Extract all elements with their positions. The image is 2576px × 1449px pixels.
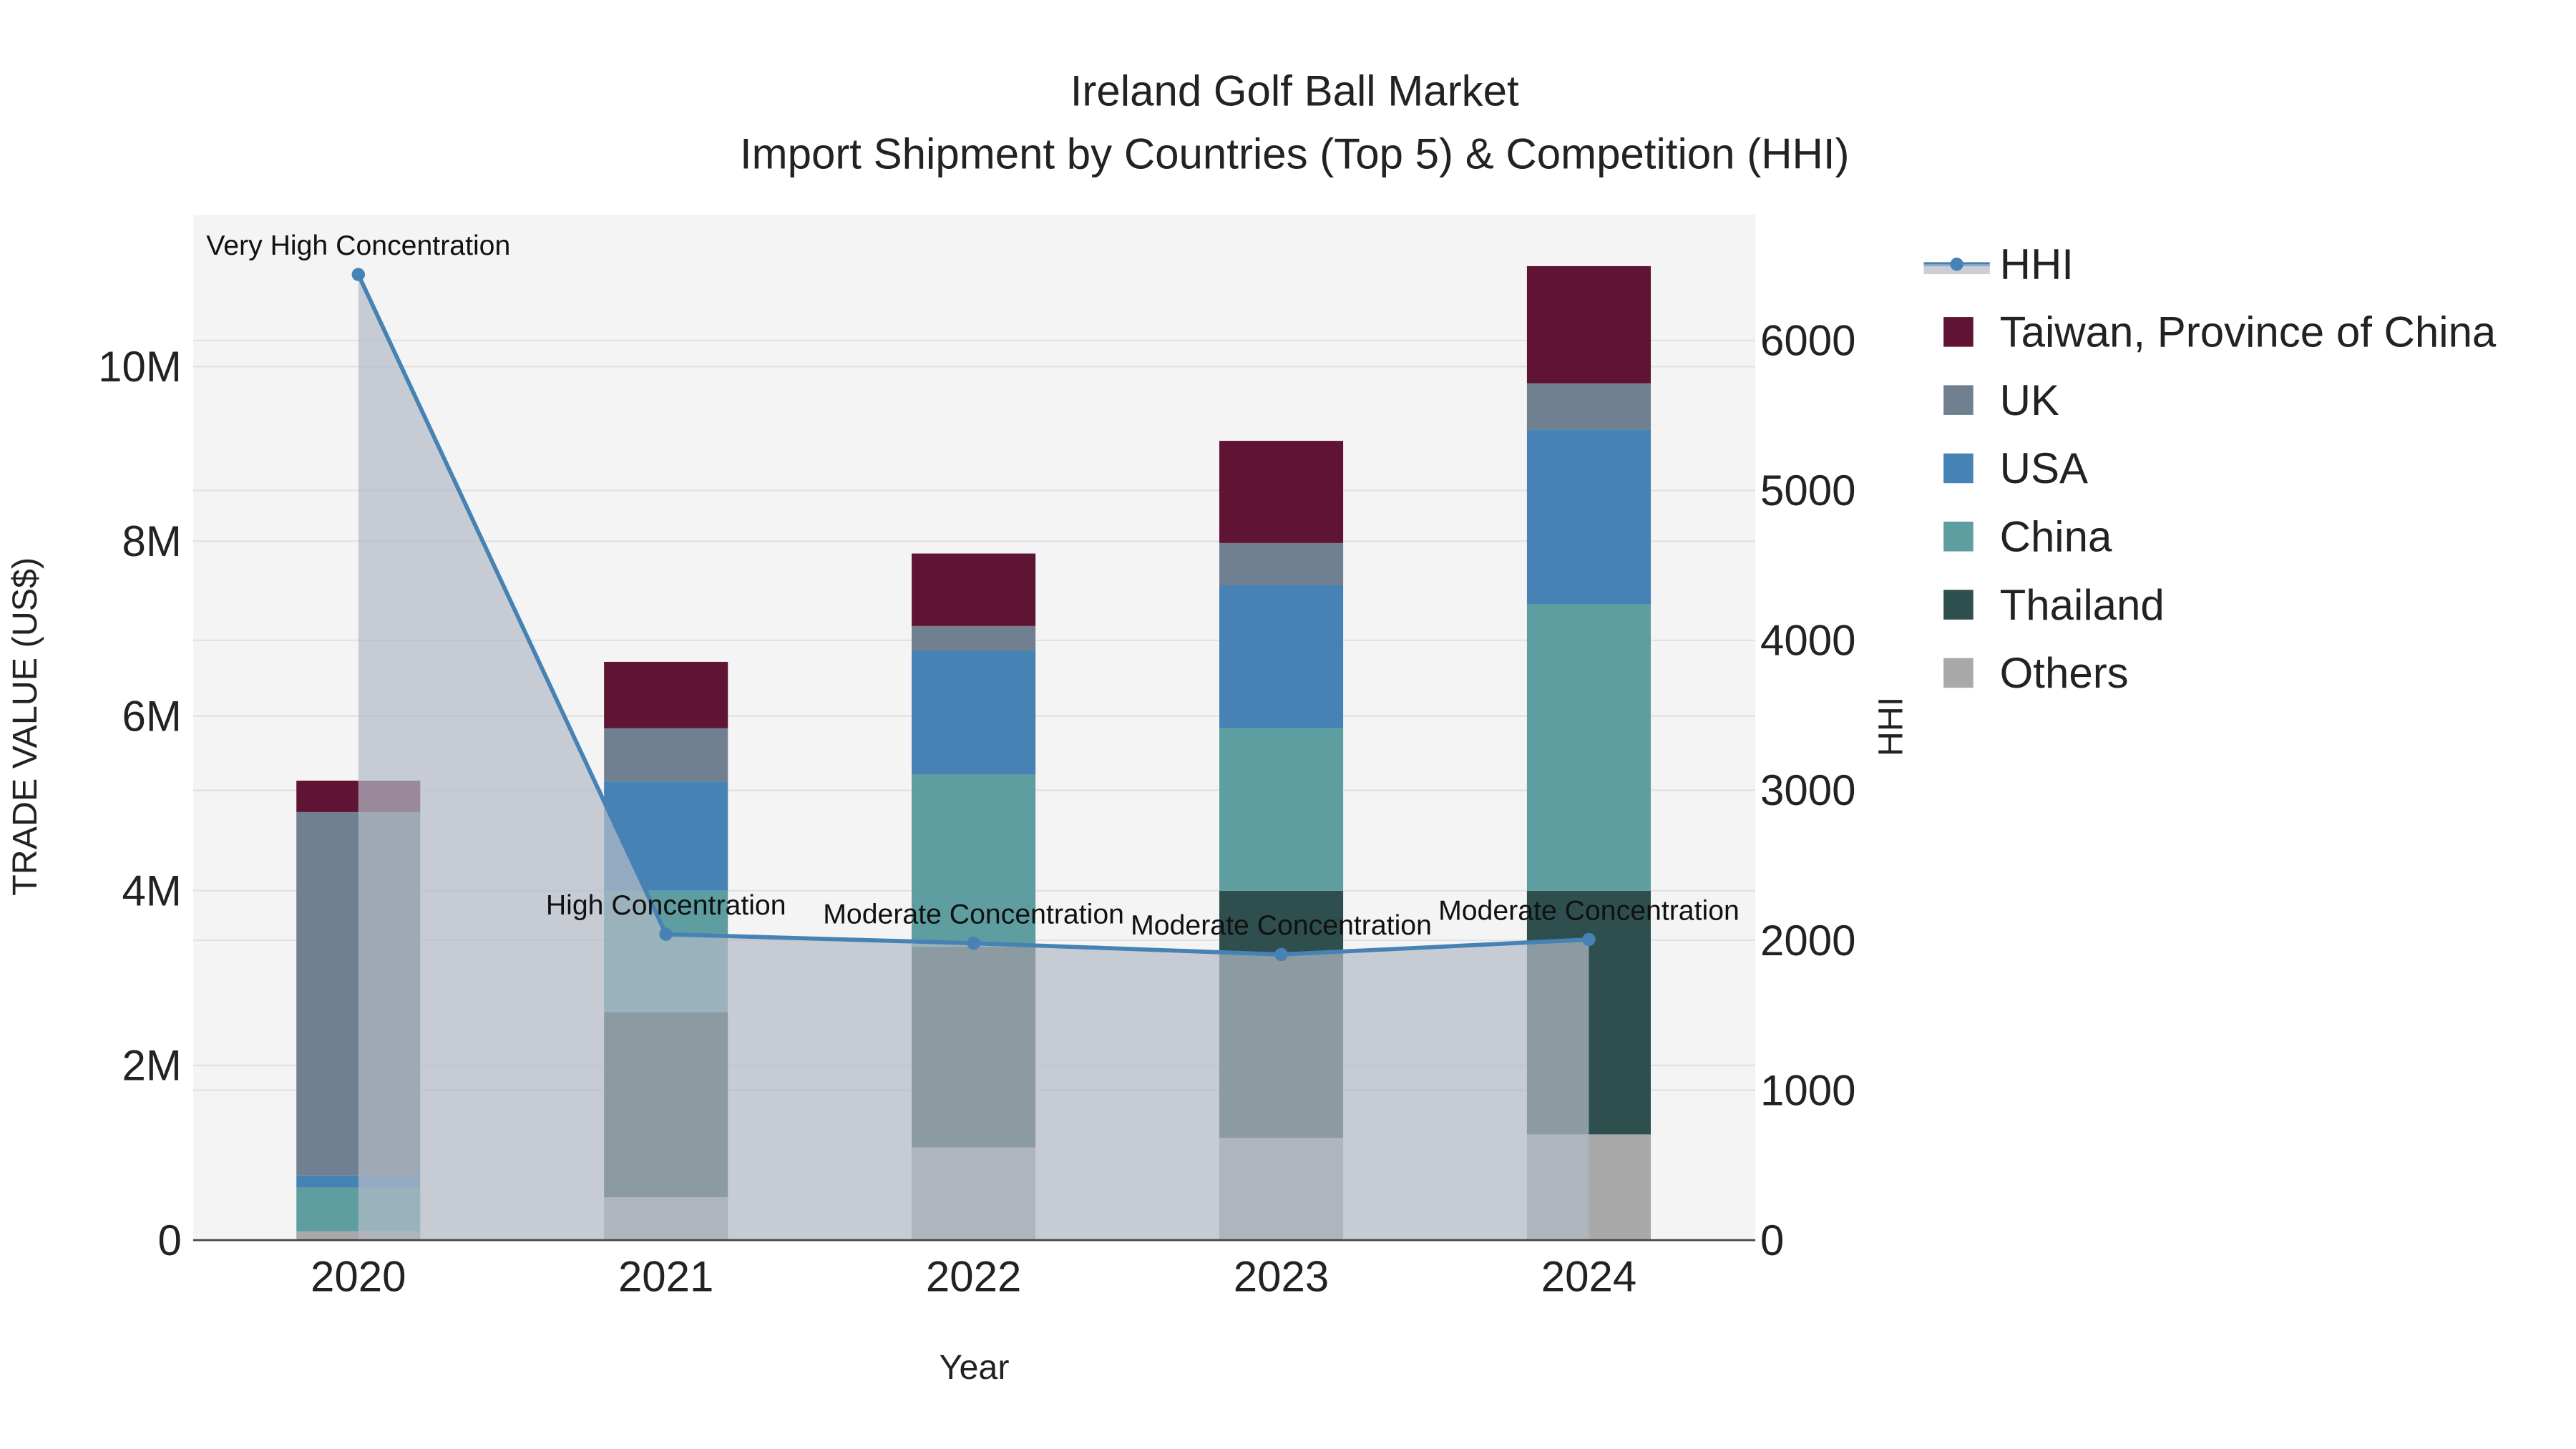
x-axis-label: Year xyxy=(940,1348,1010,1387)
legend-label: Taiwan, Province of China xyxy=(2000,308,2497,356)
hhi-point xyxy=(659,927,673,941)
legend-hhi-marker xyxy=(1950,258,1963,271)
bar-usa-2023 xyxy=(1219,585,1344,728)
bar-taiwan-province-of-china-2022 xyxy=(912,553,1036,626)
legend-swatch xyxy=(1943,590,1974,620)
y2-tick-label: 5000 xyxy=(1760,467,1855,514)
legend-label: UK xyxy=(2000,376,2059,424)
hhi-annotation: High Concentration xyxy=(546,889,786,921)
bar-taiwan-province-of-china-2023 xyxy=(1219,441,1344,543)
y-tick-label: 8M xyxy=(122,517,181,565)
y2-tick-label: 2000 xyxy=(1760,917,1855,965)
legend: HHI Taiwan, Province of China UK USA China Th… xyxy=(1923,240,2497,697)
y2-tick-label: 3000 xyxy=(1760,766,1855,814)
legend-label: Thailand xyxy=(2000,581,2165,629)
chart-title: Ireland Golf Ball Market xyxy=(1070,67,1519,115)
x-tick-label: 2021 xyxy=(618,1253,713,1301)
bar-usa-2022 xyxy=(912,650,1036,775)
hhi-point xyxy=(351,268,365,281)
x-tick-label: 2024 xyxy=(1541,1253,1636,1301)
legend-swatch xyxy=(1943,522,1974,552)
x-tick-label: 2023 xyxy=(1234,1253,1329,1301)
hhi-annotation: Moderate Concentration xyxy=(1438,894,1740,926)
hhi-annotation: Very High Concentration xyxy=(206,230,510,261)
legend-label-hhi: HHI xyxy=(2000,240,2074,288)
legend-label: China xyxy=(2000,513,2112,561)
hhi-point xyxy=(1582,932,1596,947)
y-tick-label: 4M xyxy=(122,867,181,915)
y2-tick-label: 0 xyxy=(1760,1216,1784,1264)
hhi-annotation: Moderate Concentration xyxy=(823,898,1124,930)
y2-tick-label: 6000 xyxy=(1760,317,1855,365)
legend-swatch xyxy=(1943,385,1974,415)
hhi-annotation: Moderate Concentration xyxy=(1131,909,1432,941)
chart-subtitle: Import Shipment by Countries (Top 5) & C… xyxy=(740,130,1850,177)
y2-axis-label: HHI xyxy=(1871,697,1910,756)
bar-china-2023 xyxy=(1219,728,1344,891)
legend-label: Others xyxy=(2000,649,2129,697)
y-tick-label: 6M xyxy=(122,692,181,740)
bar-china-2024 xyxy=(1526,604,1651,891)
legend-swatch xyxy=(1943,317,1974,347)
y2-tick-label: 1000 xyxy=(1760,1066,1855,1114)
y-tick-label: 2M xyxy=(122,1042,181,1090)
y2-tick-label: 4000 xyxy=(1760,617,1855,665)
y-tick-label: 10M xyxy=(98,343,182,391)
bar-uk-2022 xyxy=(912,625,1036,651)
hhi-point xyxy=(967,936,980,950)
bar-uk-2024 xyxy=(1526,383,1651,430)
y-tick-label: 0 xyxy=(157,1216,181,1264)
x-axis-ticks: 2020 2021 2022 2023 2024 xyxy=(311,1253,1636,1301)
bar-taiwan-province-of-china-2024 xyxy=(1526,265,1651,384)
bar-taiwan-province-of-china-2021 xyxy=(604,661,728,728)
legend-swatch xyxy=(1943,453,1974,484)
bar-usa-2024 xyxy=(1526,429,1651,605)
hhi-point xyxy=(1274,947,1288,962)
x-tick-label: 2022 xyxy=(926,1253,1021,1301)
chart: Ireland Golf Ball Market Import Shipment… xyxy=(6,67,2497,1387)
y-axis-label: TRADE VALUE (US$) xyxy=(6,557,44,896)
x-tick-label: 2020 xyxy=(311,1253,406,1301)
bar-uk-2021 xyxy=(604,728,728,782)
legend-label: USA xyxy=(2000,444,2088,492)
y2-axis-ticks: 0 1000 2000 3000 4000 5000 6000 xyxy=(1760,317,1855,1264)
y-axis-ticks: 0 2M 4M 6M 8M 10M xyxy=(98,343,182,1264)
bar-uk-2023 xyxy=(1219,542,1344,585)
legend-swatch xyxy=(1943,658,1974,688)
